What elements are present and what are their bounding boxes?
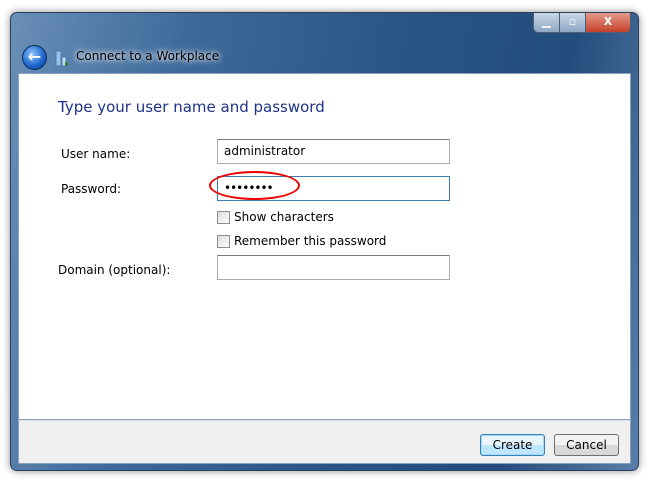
show-characters-label: Show characters <box>234 210 334 224</box>
domain-input[interactable] <box>217 255 450 280</box>
checkbox-box[interactable] <box>217 210 230 224</box>
dialog-window: ▁ ▫ X ← Connect to a Workplace Type your… <box>10 12 639 471</box>
domain-label: Domain (optional): <box>58 263 171 277</box>
footer-bar: Create Cancel <box>18 420 631 464</box>
username-label: User name: <box>61 147 131 161</box>
highlight-annotation <box>209 171 300 200</box>
close-button[interactable]: X <box>586 13 630 32</box>
checkbox-box[interactable] <box>217 234 230 248</box>
back-arrow-icon[interactable]: ← <box>22 45 47 70</box>
workplace-network-icon <box>55 50 68 67</box>
caption-buttons: ▁ ▫ X <box>533 13 631 33</box>
remember-password-label: Remember this password <box>234 234 387 248</box>
cancel-button[interactable]: Cancel <box>554 434 619 456</box>
create-button[interactable]: Create <box>480 434 545 456</box>
maximize-button[interactable]: ▫ <box>560 13 586 32</box>
minimize-button[interactable]: ▁ <box>534 13 560 32</box>
password-label: Password: <box>61 182 122 196</box>
content-area: Type your user name and password User na… <box>18 73 631 420</box>
remember-password-checkbox[interactable]: Remember this password <box>217 234 386 248</box>
page-heading: Type your user name and password <box>58 98 325 116</box>
username-input[interactable]: administrator <box>217 139 450 164</box>
show-characters-checkbox[interactable]: Show characters <box>217 210 334 224</box>
window-title: Connect to a Workplace <box>76 49 220 63</box>
